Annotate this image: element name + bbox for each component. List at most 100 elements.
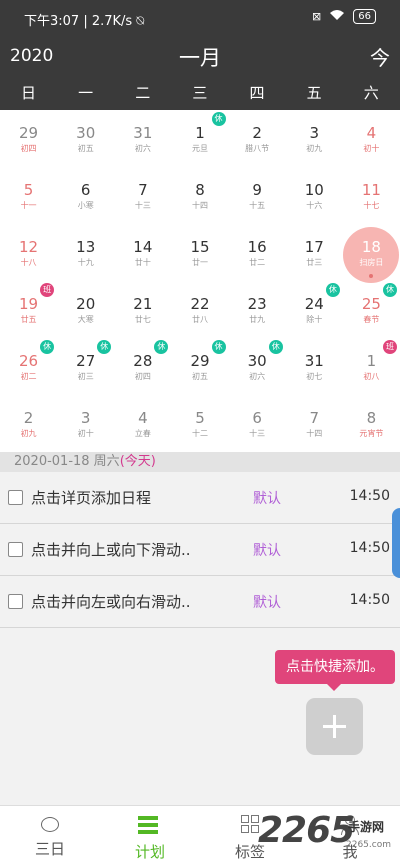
calendar-day[interactable]: 12 十八	[0, 224, 57, 281]
calendar-day[interactable]: 30 初六 休	[229, 338, 286, 395]
chat-bubble-icon	[41, 817, 59, 832]
calendar-day[interactable]: 31 初七	[286, 338, 343, 395]
task-tag: 默认	[253, 543, 281, 559]
calendar-day[interactable]: 8 十四	[171, 167, 228, 224]
day-number: 2	[23, 409, 34, 427]
calendar-day[interactable]: 28 初四休	[114, 338, 171, 395]
nav-label: 计划	[134, 843, 165, 861]
calendar-day[interactable]: 9 十五	[229, 167, 286, 224]
calendar-day[interactable]: 29 初四	[0, 110, 57, 167]
calendar-day[interactable]: 6 十三	[229, 395, 286, 452]
weekday-label: 六	[363, 84, 379, 102]
day-number: 18	[361, 238, 381, 256]
lunar-label: 初九	[20, 429, 37, 438]
day-number: 15	[190, 238, 210, 256]
quick-add-button[interactable]	[306, 698, 363, 755]
task-title: 点击并向上或向下滑动..	[31, 541, 191, 559]
watermark-number: 2265	[258, 810, 355, 851]
watermark-site: 2265.com	[346, 840, 391, 850]
day-number: 27	[76, 352, 96, 370]
task-checkbox[interactable]	[8, 594, 23, 609]
battery-icon: 66	[353, 9, 376, 24]
calendar-day[interactable]: 4 立春	[114, 395, 171, 452]
task-row[interactable]: 点击并向左或向右滑动.. 默认 14:50	[0, 576, 400, 628]
day-number: 8	[366, 409, 377, 427]
calendar-day[interactable]: 1 元旦 休	[171, 110, 228, 167]
lunar-label: 除十	[306, 315, 323, 324]
calendar-day[interactable]: 5 十二	[171, 395, 228, 452]
task-row[interactable]: 点击详页添加日程 默认 14:50	[0, 472, 400, 524]
calendar-day[interactable]: 4 初十	[343, 110, 400, 167]
calendar-day[interactable]: 1 初八 班	[343, 338, 400, 395]
day-number: 29	[19, 124, 39, 142]
calendar-day[interactable]: 26 初二休	[0, 338, 57, 395]
day-number: 13	[76, 238, 96, 256]
lunar-label: 廿八	[191, 315, 208, 324]
calendar-day[interactable]: 15 廿一	[171, 224, 228, 281]
month-title: 一月	[179, 46, 221, 70]
day-number: 20	[76, 295, 96, 313]
task-checkbox[interactable]	[8, 490, 23, 505]
calendar-day[interactable]: 8 元宵节	[343, 395, 400, 452]
nav-item-plan[interactable]: 计划	[100, 806, 200, 866]
calendar-day[interactable]: 5 十一	[0, 167, 57, 224]
lunar-label: 十二	[191, 429, 208, 438]
side-drawer-handle[interactable]	[392, 508, 400, 578]
calendar-day[interactable]: 17 廿三	[286, 224, 343, 281]
calendar-day[interactable]: 11 十七	[343, 167, 400, 224]
calendar-day[interactable]: 2 腊八节	[229, 110, 286, 167]
weekday-label: 二	[135, 84, 151, 102]
task-checkbox[interactable]	[8, 542, 23, 557]
task-row[interactable]: 点击并向上或向下滑动.. 默认 14:50	[0, 524, 400, 576]
year-label[interactable]: 2020	[10, 46, 53, 66]
lunar-label: 廿九	[249, 315, 266, 324]
selected-date: 2020-01-18 周六	[14, 454, 120, 469]
day-number: 10	[304, 181, 324, 199]
calendar-day[interactable]: 14 廿十	[114, 224, 171, 281]
watermark-logo: 2265 手游网 2265.com	[240, 810, 400, 866]
calendar-day[interactable]: 19 廿五班	[0, 281, 57, 338]
today-button[interactable]: 今	[370, 42, 390, 71]
calendar-day[interactable]: 13 十九	[57, 224, 114, 281]
day-number: 17	[304, 238, 324, 256]
calendar-day[interactable]: 7 十三	[114, 167, 171, 224]
calendar-day[interactable]: 23 廿九	[229, 281, 286, 338]
calendar-day[interactable]: 6 小寒	[57, 167, 114, 224]
nav-item-three-day[interactable]: 三日	[0, 806, 100, 866]
day-number: 3	[80, 409, 91, 427]
x-box-icon: ⊠	[312, 10, 322, 23]
lunar-label: 春节	[363, 315, 380, 324]
calendar-day[interactable]: 27 初三休	[57, 338, 114, 395]
lunar-label: 十八	[20, 258, 37, 267]
calendar-day[interactable]: 21 廿七	[114, 281, 171, 338]
day-number: 24	[304, 295, 324, 313]
calendar-day[interactable]: 31 初六	[114, 110, 171, 167]
calendar-day[interactable]: 24 除十 休	[286, 281, 343, 338]
lunar-label: 元宵节	[359, 429, 384, 438]
lunar-label: 廿二	[249, 258, 266, 267]
weekday-label: 三	[192, 84, 208, 102]
calendar-day[interactable]: 3 初九	[286, 110, 343, 167]
calendar-day[interactable]: 29 初五 休	[171, 338, 228, 395]
calendar-day[interactable]: 2 初九	[0, 395, 57, 452]
calendar-day[interactable]: 16 廿二	[229, 224, 286, 281]
calendar-day[interactable]: 7 十四	[286, 395, 343, 452]
day-number: 9	[252, 181, 262, 199]
calendar-day[interactable]: 20 大寒	[57, 281, 114, 338]
lunar-label: 初二	[20, 372, 37, 381]
calendar-day[interactable]: 22 廿八	[171, 281, 228, 338]
event-dot	[368, 274, 373, 278]
calendar-day[interactable]: 25 春节 休	[343, 281, 400, 338]
calendar-day[interactable]: 30 初五	[57, 110, 114, 167]
wifi-icon	[329, 9, 345, 24]
task-title: 点击详页添加日程	[31, 489, 152, 507]
lunar-label: 十六	[306, 201, 323, 210]
calendar-day[interactable]: 10 十六	[286, 167, 343, 224]
calendar-day-today[interactable]: 18 扫房日	[342, 224, 400, 283]
day-number: 11	[361, 181, 381, 199]
lunar-label: 初四	[134, 372, 151, 381]
day-number: 4	[366, 124, 377, 142]
lunar-label: 初九	[306, 144, 323, 153]
calendar-day[interactable]: 3 初十	[57, 395, 114, 452]
calendar-header: 2020 一月 今	[0, 36, 400, 76]
